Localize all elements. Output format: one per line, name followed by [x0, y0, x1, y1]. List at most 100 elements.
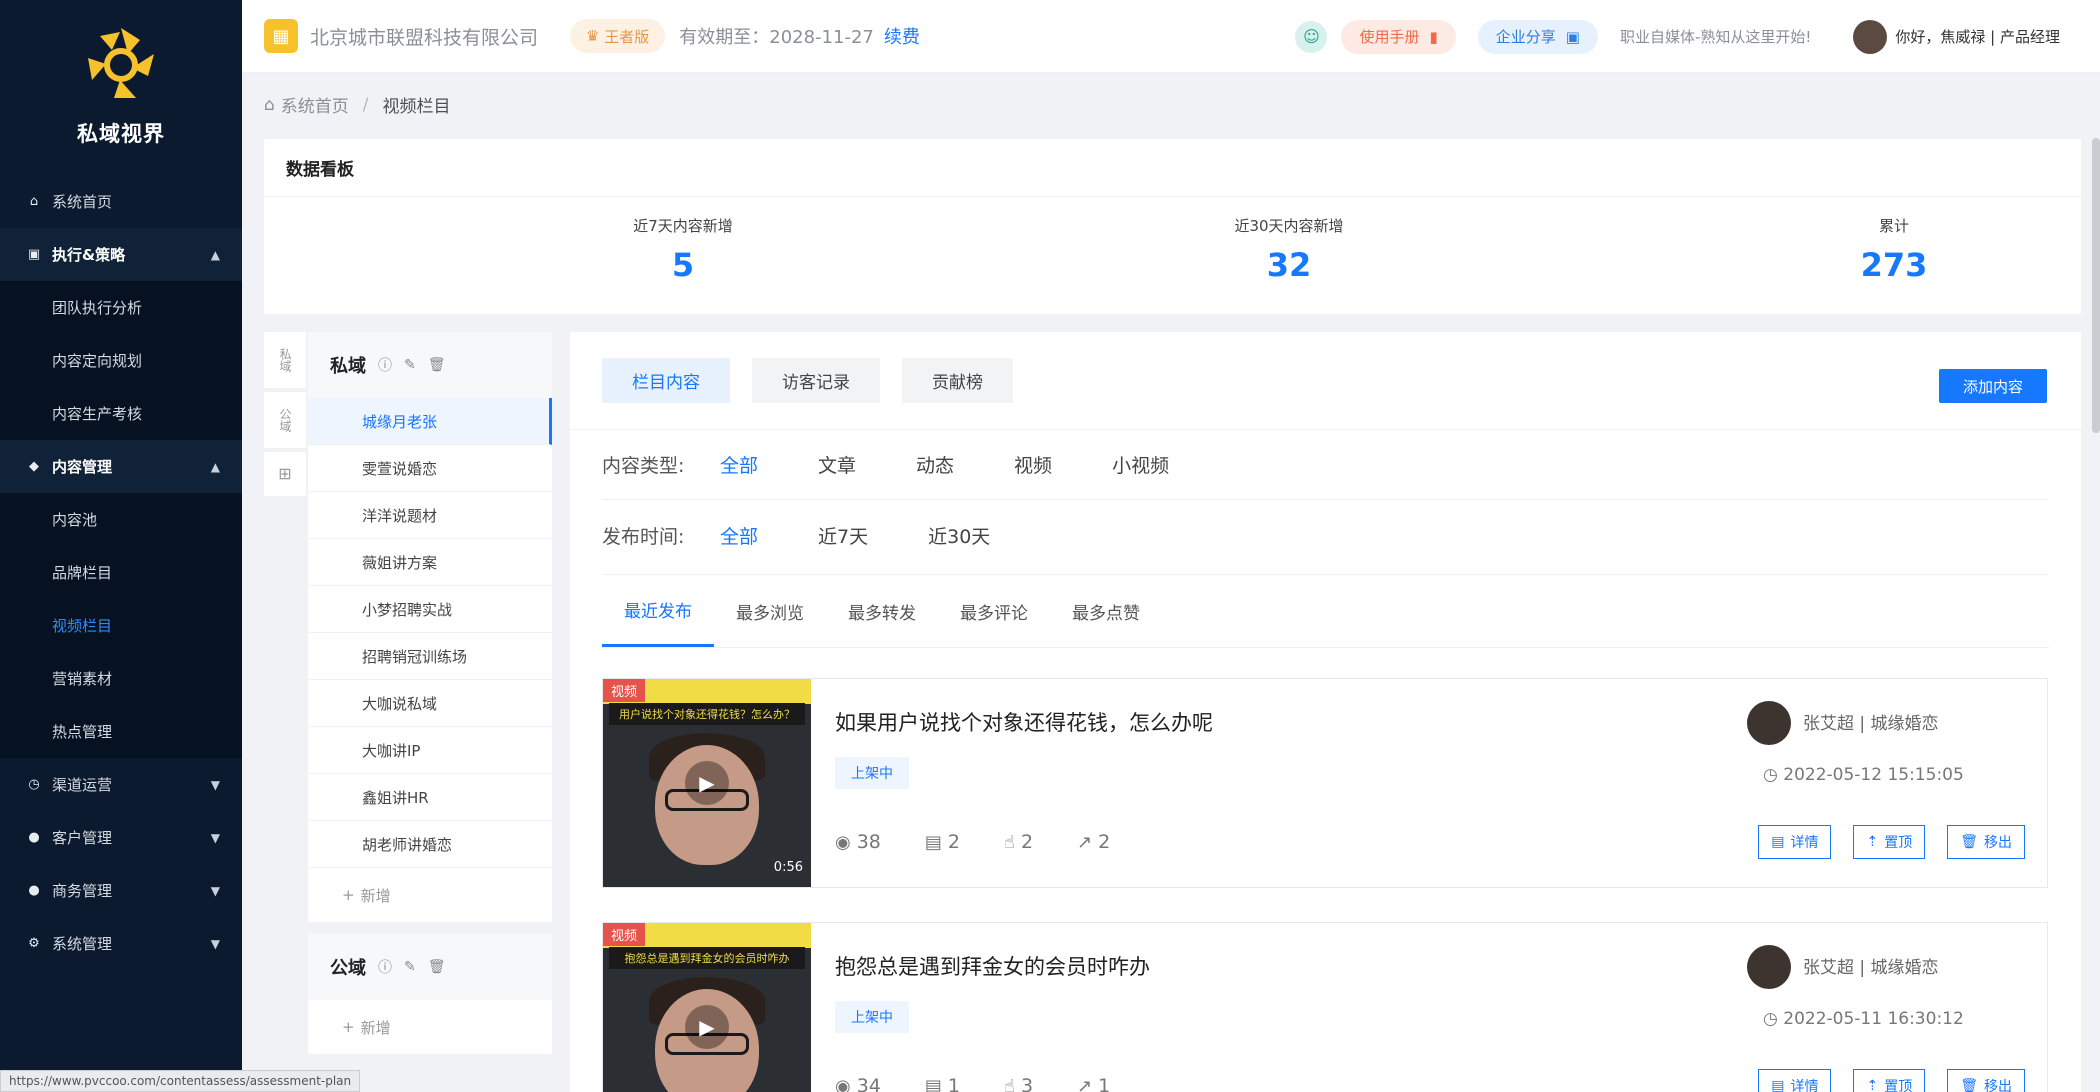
card-stats: ◉ 38 ▤ 2 ☝ 2 ↗ 2 — [835, 831, 1110, 853]
sidebar-item-brand-column[interactable]: 品牌栏目 — [0, 546, 242, 599]
dashboard-title: 数据看板 — [264, 139, 2081, 197]
sidebar-item-content-planning[interactable]: 内容定向规划 — [0, 334, 242, 387]
column-item[interactable]: 鑫姐讲HR — [308, 774, 552, 821]
column-item[interactable]: 大咖讲IP — [308, 727, 552, 774]
sort-comments[interactable]: 最多评论 — [938, 575, 1050, 647]
share-button[interactable]: 企业分享 ▣ — [1477, 19, 1598, 54]
card-title[interactable]: 如果用户说找个对象还得花钱，怎么办呢 — [835, 707, 1213, 737]
sidebar-item-home[interactable]: ⌂ 系统首页 — [0, 175, 242, 228]
sidebar-group-execution[interactable]: ▣ 执行&策略 ▲ — [0, 228, 242, 281]
trash-icon: 🗑 — [1960, 1078, 1978, 1092]
delete-icon[interactable]: 🗑 — [428, 357, 446, 373]
sort-tabs: 最近发布 最多浏览 最多转发 最多评论 最多点赞 — [602, 574, 2049, 648]
column-item[interactable]: 洋洋说题材 — [308, 492, 552, 539]
filter-option[interactable]: 近30天 — [922, 522, 996, 549]
sidebar-item-channels[interactable]: ◷ 渠道运营 ▼ — [0, 758, 242, 811]
filter-option[interactable]: 小视频 — [1106, 451, 1175, 478]
delete-icon[interactable]: 🗑 — [428, 959, 446, 975]
sidebar-item-production-review[interactable]: 内容生产考核 — [0, 387, 242, 440]
sidebar-item-hot-topics[interactable]: 热点管理 — [0, 705, 242, 758]
filter-option[interactable]: 视频 — [1008, 451, 1058, 478]
sidebar-group-content[interactable]: ◆ 内容管理 ▲ — [0, 440, 242, 493]
column-item[interactable]: 小梦招聘实战 — [308, 586, 552, 633]
column-item[interactable]: 胡老师讲婚恋 — [308, 821, 552, 868]
sidebar-item-label: 内容管理 — [52, 458, 113, 476]
play-icon[interactable]: ▶ — [685, 1005, 729, 1049]
user-greeting[interactable]: 你好，焦威禄 | 产品经理 — [1895, 26, 2060, 47]
filter-option[interactable]: 近7天 — [812, 522, 874, 549]
sidebar-item-label: 营销素材 — [52, 670, 113, 688]
filter-option[interactable]: 全部 — [714, 522, 764, 549]
info-icon[interactable]: ⓘ — [378, 355, 392, 375]
home-icon: ⌂ — [29, 194, 39, 209]
renew-link[interactable]: 续费 — [884, 23, 920, 49]
content-card: 用户说找个对象还得花钱？怎么办？ 视频 ▶ 0:56 如果用户说找个对象还得花钱… — [602, 678, 2048, 888]
video-thumbnail[interactable]: 用户说找个对象还得花钱？怎么办？ 视频 ▶ 0:56 — [603, 679, 811, 887]
customer-service-icon[interactable]: ☺ — [1295, 20, 1328, 53]
sort-likes[interactable]: 最多点赞 — [1050, 575, 1162, 647]
add-column-button[interactable]: + 新增 — [308, 868, 552, 922]
sort-shares[interactable]: 最多转发 — [826, 575, 938, 647]
pin-button[interactable]: ⇡ 置顶 — [1853, 1069, 1926, 1092]
status-badge: 上架中 — [835, 1001, 909, 1033]
details-button[interactable]: ▤ 详情 — [1758, 1069, 1832, 1092]
add-domain-button[interactable]: ⊞ — [264, 452, 306, 496]
avatar[interactable] — [1853, 19, 1888, 54]
column-item[interactable]: 大咖说私域 — [308, 680, 552, 727]
filter-option[interactable]: 文章 — [812, 451, 862, 478]
comment-icon: ▤ — [924, 1076, 942, 1092]
pin-icon: ⇡ — [1866, 1078, 1879, 1092]
sidebar-item-content-pool[interactable]: 内容池 — [0, 493, 242, 546]
filter-option[interactable]: 动态 — [910, 451, 960, 478]
comments-count: 2 — [947, 831, 961, 853]
details-button[interactable]: ▤ 详情 — [1758, 825, 1832, 859]
pin-button[interactable]: ⇡ 置顶 — [1853, 825, 1926, 859]
book-icon: ▮ — [1429, 27, 1438, 46]
sidebar-item-business[interactable]: ● 商务管理 ▼ — [0, 864, 242, 917]
remove-button[interactable]: 🗑 移出 — [1947, 1069, 2025, 1092]
domain-tabs: 私域 公域 ⊞ — [264, 332, 306, 500]
tab-column-content[interactable]: 栏目内容 — [602, 358, 730, 403]
slogan: 职业自媒体-熟知从这里开始! — [1619, 28, 1812, 46]
info-icon[interactable]: ⓘ — [378, 957, 392, 977]
stat-label: 近7天内容新增 — [633, 217, 733, 235]
status-bar-url: https://www.pvccoo.com/contentassess/ass… — [0, 1070, 361, 1092]
column-item[interactable]: 薇姐讲方案 — [308, 539, 552, 586]
breadcrumb-home[interactable]: 系统首页 — [281, 92, 349, 117]
column-item[interactable]: 招聘销冠训练场 — [308, 633, 552, 680]
group-name: 私域 — [330, 356, 366, 377]
video-thumbnail[interactable]: 抱怨总是遇到拜金女的会员时咋办 视频 ▶ — [603, 923, 811, 1092]
sidebar-item-customers[interactable]: ● 客户管理 ▼ — [0, 811, 242, 864]
tab-contribution[interactable]: 贡献榜 — [902, 358, 1013, 403]
play-icon[interactable]: ▶ — [685, 761, 729, 805]
sort-views[interactable]: 最多浏览 — [714, 575, 826, 647]
manual-button[interactable]: 使用手册 ▮ — [1341, 19, 1456, 54]
group-header: 私域 ⓘ ✎ 🗑 — [308, 332, 552, 398]
add-column-button[interactable]: + 新增 — [308, 1000, 552, 1054]
card-title[interactable]: 抱怨总是遇到拜金女的会员时咋办 — [835, 951, 1150, 981]
sidebar-item-team-analysis[interactable]: 团队执行分析 — [0, 281, 242, 334]
filter-option[interactable]: 全部 — [714, 451, 764, 478]
sidebar-item-video-column[interactable]: 视频栏目 — [0, 599, 242, 652]
tab-public[interactable]: 公域 — [264, 392, 306, 448]
tab-visitor-records[interactable]: 访客记录 — [752, 358, 880, 403]
column-panel: 私域 ⓘ ✎ 🗑 城缘月老张 雯萱说婚恋 洋洋说题材 薇姐讲方案 小梦招聘实战 … — [308, 332, 552, 1066]
sidebar-item-label: 视频栏目 — [52, 617, 113, 635]
column-item[interactable]: 雯萱说婚恋 — [308, 445, 552, 492]
tab-private[interactable]: 私域 — [264, 332, 306, 388]
building-icon: ▦ — [264, 19, 298, 53]
image-icon: ▣ — [1565, 27, 1580, 46]
scrollbar[interactable] — [2092, 138, 2100, 433]
remove-button[interactable]: 🗑 移出 — [1947, 825, 2025, 859]
shares-stat: ↗ 1 — [1077, 1075, 1110, 1092]
sidebar-item-system[interactable]: ⚙ 系统管理 ▼ — [0, 917, 242, 970]
user-icon: ● — [28, 883, 40, 898]
edit-icon[interactable]: ✎ — [404, 357, 416, 373]
data-dashboard: 数据看板 近7天内容新增 5 近30天内容新增 32 累计 273 — [264, 139, 2081, 314]
validity-text: 有效期至：2028-11-27 — [679, 27, 874, 48]
edit-icon[interactable]: ✎ — [404, 959, 416, 975]
add-content-button[interactable]: 添加内容 — [1938, 369, 2047, 403]
column-item[interactable]: 城缘月老张 — [308, 398, 552, 445]
sidebar-item-marketing-material[interactable]: 营销素材 — [0, 652, 242, 705]
sort-recent[interactable]: 最近发布 — [602, 575, 714, 647]
